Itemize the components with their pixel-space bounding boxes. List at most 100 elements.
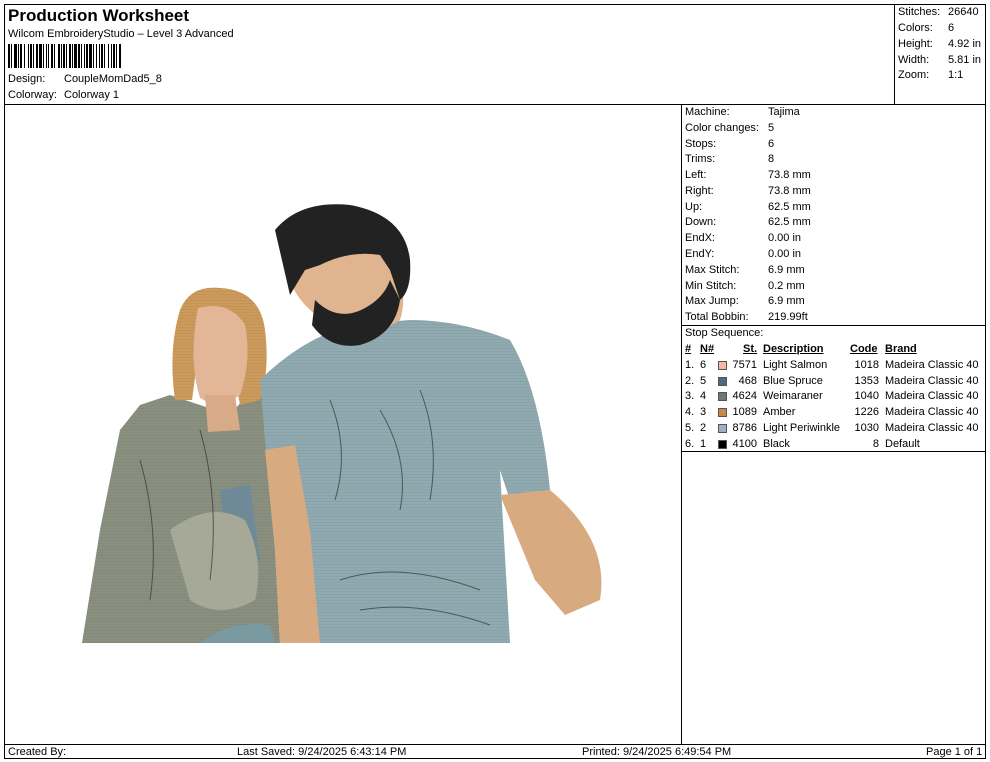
endx-label: EndX: — [685, 232, 715, 244]
row-stitches: 8786 — [732, 422, 757, 434]
info-panel-divider — [681, 104, 682, 744]
up-value: 62.5 mm — [768, 201, 811, 213]
row-needle: 2 — [700, 422, 707, 434]
row-number: 5. — [685, 422, 695, 434]
col-header-description: Description — [763, 343, 824, 355]
embroidery-preview — [82, 204, 602, 643]
min-stitch-label: Min Stitch: — [685, 280, 737, 292]
software-subtitle: Wilcom EmbroideryStudio – Level 3 Advanc… — [8, 28, 234, 40]
row-stitches: 1089 — [732, 406, 757, 418]
max-jump-label: Max Jump: — [685, 295, 739, 307]
row-brand: Madeira Classic 40 — [885, 359, 979, 371]
row-code: 8 — [872, 438, 879, 450]
header-divider — [4, 104, 986, 105]
left-label: Left: — [685, 169, 707, 181]
row-needle: 3 — [700, 406, 707, 418]
stitches-label: Stitches: — [898, 6, 941, 18]
left-value: 73.8 mm — [768, 169, 811, 181]
max-stitch-value: 6.9 mm — [768, 264, 805, 276]
col-header-brand: Brand — [885, 343, 917, 355]
stops-label: Stops: — [685, 138, 717, 150]
man-arm — [500, 490, 602, 615]
row-brand: Madeira Classic 40 — [885, 406, 979, 418]
col-header-stitches: St. — [743, 343, 758, 355]
row-brand: Madeira Classic 40 — [885, 422, 979, 434]
color-swatch — [718, 424, 727, 433]
total-bobbin-value: 219.99ft — [768, 311, 808, 323]
machine-label: Machine: — [685, 106, 730, 118]
color-swatch — [718, 440, 727, 449]
row-description: Black — [763, 438, 790, 450]
width-value: 5.81 in — [948, 54, 982, 66]
color-swatch — [718, 377, 727, 386]
row-description: Light Salmon — [763, 359, 828, 371]
width-label: Width: — [898, 54, 930, 66]
min-stitch-value: 0.2 mm — [768, 280, 805, 292]
up-label: Up: — [685, 201, 703, 213]
row-code: 1353 — [854, 375, 879, 387]
stop-sequence-title: Stop Sequence: — [685, 327, 764, 339]
woman-face — [193, 306, 248, 404]
down-value: 62.5 mm — [768, 216, 811, 228]
max-stitch-label: Max Stitch: — [685, 264, 740, 276]
row-description: Blue Spruce — [763, 375, 823, 387]
woman-neck — [205, 395, 240, 432]
row-needle: 1 — [700, 438, 707, 450]
col-header-num: # — [685, 343, 692, 355]
stop-sequence-divider-bottom — [681, 451, 986, 452]
endy-label: EndY: — [685, 248, 715, 260]
zoom-label: Zoom: — [898, 69, 930, 81]
col-header-needle: N# — [700, 343, 715, 355]
color-changes-value: 5 — [768, 122, 775, 134]
row-stitches: 468 — [738, 375, 757, 387]
right-label: Right: — [685, 185, 714, 197]
design-label: Design: — [8, 73, 46, 85]
colorway-label: Colorway: — [8, 89, 57, 101]
row-number: 3. — [685, 390, 695, 402]
row-description: Amber — [763, 406, 796, 418]
row-code: 1040 — [854, 390, 879, 402]
design-value: CoupleMomDad5_8 — [64, 73, 162, 85]
col-header-code: Code — [850, 343, 878, 355]
right-value: 73.8 mm — [768, 185, 811, 197]
height-label: Height: — [898, 38, 933, 50]
row-number: 2. — [685, 375, 695, 387]
row-number: 1. — [685, 359, 695, 371]
printed-date: Printed: 9/24/2025 6:49:54 PM — [582, 746, 732, 758]
zoom-value: 1:1 — [948, 69, 964, 81]
row-description: Light Periwinkle — [763, 422, 841, 434]
stops-value: 6 — [768, 138, 775, 150]
endx-value: 0.00 in — [768, 232, 802, 244]
total-bobbin-label: Total Bobbin: — [685, 311, 749, 323]
barcode — [8, 44, 121, 68]
last-saved: Last Saved: 9/24/2025 6:43:14 PM — [237, 746, 407, 758]
page-title: Production Worksheet — [8, 6, 190, 25]
stitches-value: 26640 — [948, 6, 979, 18]
stop-sequence-divider-top — [681, 325, 986, 326]
footer-divider — [4, 744, 986, 745]
row-description: Weimaraner — [763, 390, 823, 402]
row-needle: 5 — [700, 375, 707, 387]
row-brand: Default — [885, 438, 920, 450]
max-jump-value: 6.9 mm — [768, 295, 805, 307]
row-needle: 6 — [700, 359, 707, 371]
down-label: Down: — [685, 216, 717, 228]
row-brand: Madeira Classic 40 — [885, 375, 979, 387]
row-stitches: 7571 — [732, 359, 757, 371]
height-value: 4.92 in — [948, 38, 982, 50]
row-brand: Madeira Classic 40 — [885, 390, 979, 402]
colorway-value: Colorway 1 — [64, 89, 120, 101]
stats-divider — [894, 4, 895, 104]
color-swatch — [718, 392, 727, 401]
trims-label: Trims: — [685, 153, 716, 165]
endy-value: 0.00 in — [768, 248, 802, 260]
row-code: 1226 — [854, 406, 879, 418]
color-changes-label: Color changes: — [685, 122, 759, 134]
row-needle: 4 — [700, 390, 707, 402]
page-number: Page 1 of 1 — [926, 746, 983, 758]
row-code: 1018 — [854, 359, 879, 371]
created-by: Created By: — [8, 746, 67, 758]
machine-value: Tajima — [768, 106, 800, 118]
colors-label: Colors: — [898, 22, 933, 34]
row-number: 6. — [685, 438, 695, 450]
